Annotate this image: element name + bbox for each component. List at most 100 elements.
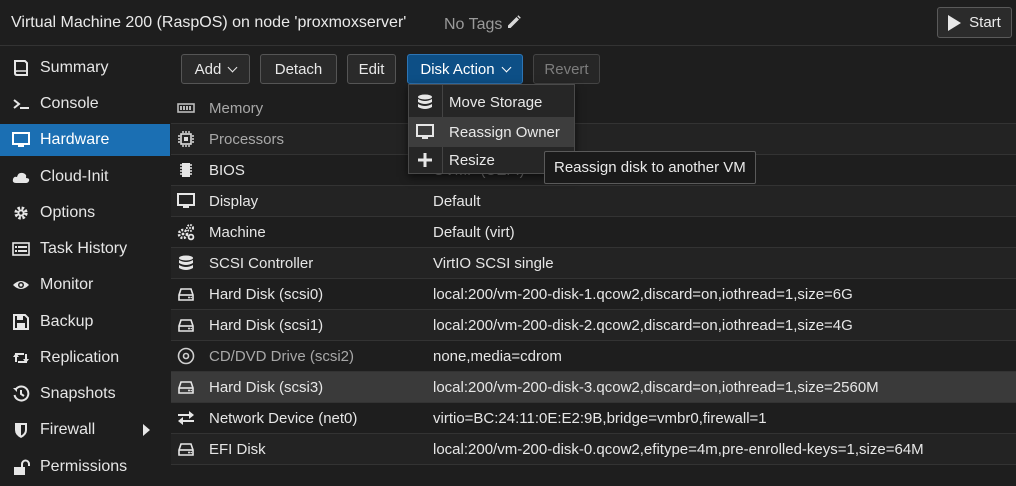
menu-item-label: Reassign Owner (449, 123, 560, 141)
table-row[interactable]: CD/DVD Drive (scsi2) none,media=cdrom (171, 341, 1016, 372)
sidebar-item-label: Snapshots (40, 385, 116, 402)
sidebar-item-hardware[interactable]: Hardware (0, 124, 170, 156)
table-row[interactable]: Hard Disk (scsi1) local:200/vm-200-disk-… (171, 310, 1016, 341)
sidebar-item-firewall[interactable]: Firewall (0, 414, 170, 446)
sidebar-item-summary[interactable]: Summary (0, 52, 170, 84)
menu-item-move-storage[interactable]: Move Storage (409, 87, 574, 117)
row-key: EFI Disk (209, 440, 266, 458)
database-icon (176, 253, 196, 273)
detach-label: Detach (274, 60, 323, 78)
memory-icon (176, 98, 196, 118)
sidebar-item-label: Cloud-Init (40, 168, 109, 185)
disk-action-button[interactable]: Disk Action (407, 54, 523, 84)
row-key: CD/DVD Drive (scsi2) (209, 347, 355, 365)
sidebar-item-replication[interactable]: Replication (0, 342, 170, 374)
vm-header: Virtual Machine 200 (RaspOS) on node 'pr… (0, 0, 1016, 46)
menu-item-reassign-owner[interactable]: Reassign Owner (409, 117, 574, 147)
book-icon (11, 58, 31, 78)
list-icon (11, 239, 31, 259)
hdd-icon (176, 439, 196, 459)
table-row[interactable]: SCSI Controller VirtIO SCSI single (171, 248, 1016, 279)
sidebar-item-snapshots[interactable]: Snapshots (0, 378, 170, 410)
add-button[interactable]: Add (181, 54, 250, 84)
monitor-icon (11, 130, 31, 150)
tags-label: No Tags (444, 15, 503, 33)
sidebar-item-cloud-init[interactable]: Cloud-Init (0, 161, 170, 193)
row-value: none,media=cdrom (433, 347, 562, 365)
disk-action-label: Disk Action (420, 60, 495, 78)
table-row[interactable]: Hard Disk (scsi3) local:200/vm-200-disk-… (171, 372, 1016, 403)
row-key: Hard Disk (scsi1) (209, 316, 324, 334)
sidebar-item-label: Options (40, 204, 96, 221)
table-row[interactable]: Display Default (171, 186, 1016, 217)
sidebar-item-task-history[interactable]: Task History (0, 233, 170, 265)
row-key: Processors (209, 130, 285, 148)
sidebar-item-monitor[interactable]: Monitor (0, 269, 170, 301)
reassign-tooltip: Reassign disk to another VM (544, 151, 756, 184)
detach-button[interactable]: Detach (260, 54, 337, 84)
sidebar-item-console[interactable]: Console (0, 88, 170, 120)
history-icon (11, 384, 31, 404)
start-button[interactable]: Start (937, 7, 1012, 38)
sidebar-item-permissions[interactable]: Permissions (0, 451, 170, 483)
hdd-icon (176, 284, 196, 304)
row-value: Default (virt) (433, 223, 515, 241)
hdd-icon (176, 315, 196, 335)
floppy-icon (11, 312, 31, 332)
row-value: virtio=BC:24:11:0E:E2:9B,bridge=vmbr0,fi… (433, 409, 767, 427)
row-value: local:200/vm-200-disk-0.qcow2,efitype=4m… (433, 440, 924, 458)
plus-icon (415, 150, 435, 170)
row-key: SCSI Controller (209, 254, 314, 272)
add-label: Add (194, 60, 222, 78)
cloud-icon (11, 167, 31, 187)
row-key: Display (209, 192, 259, 210)
sidebar-item-label: Monitor (40, 276, 94, 293)
expand-caret-icon[interactable] (143, 424, 150, 436)
eye-icon (11, 275, 31, 295)
row-value: local:200/vm-200-disk-2.qcow2,discard=on… (433, 316, 853, 334)
sidebar-item-label: Console (40, 95, 99, 112)
edit-button[interactable]: Edit (347, 54, 396, 84)
edit-label: Edit (358, 60, 385, 78)
shield-icon (11, 420, 31, 440)
table-row[interactable]: Hard Disk (scsi0) local:200/vm-200-disk-… (171, 279, 1016, 310)
row-value: Default (433, 192, 481, 210)
cpu-icon (176, 129, 196, 149)
revert-label: Revert (544, 60, 589, 78)
row-value: local:200/vm-200-disk-1.qcow2,discard=on… (433, 285, 853, 303)
revert-button[interactable]: Revert (533, 54, 600, 84)
row-key: Hard Disk (scsi3) (209, 378, 324, 396)
table-row[interactable]: EFI Disk local:200/vm-200-disk-0.qcow2,e… (171, 434, 1016, 465)
chip-icon (176, 160, 196, 180)
row-key: Hard Disk (scsi0) (209, 285, 324, 303)
table-row[interactable]: Network Device (net0) virtio=BC:24:11:0E… (171, 403, 1016, 434)
start-label: Start (969, 14, 1001, 31)
exchange-icon (176, 408, 196, 428)
database-icon (415, 92, 435, 112)
row-key: Machine (209, 223, 266, 241)
hdd-icon (176, 377, 196, 397)
menu-item-label: Resize (449, 151, 495, 169)
sidebar: Summary Console Hardware Cloud-Init Opti… (0, 49, 170, 486)
table-row[interactable]: Machine Default (virt) (171, 217, 1016, 248)
vm-title: Virtual Machine 200 (RaspOS) on node 'pr… (11, 14, 407, 31)
row-value: local:200/vm-200-disk-3.qcow2,discard=on… (433, 378, 879, 396)
sidebar-item-options[interactable]: Options (0, 197, 170, 229)
chevron-down-icon (501, 62, 512, 72)
desktop-icon (176, 191, 196, 211)
table-row[interactable]: Memory (171, 93, 1016, 124)
row-key: Memory (209, 99, 264, 117)
cogs-icon (176, 222, 196, 242)
pencil-icon[interactable] (506, 14, 522, 35)
cdrom-icon (176, 346, 196, 366)
sidebar-item-label: Hardware (40, 131, 110, 148)
gear-icon (11, 203, 31, 223)
sidebar-item-backup[interactable]: Backup (0, 306, 170, 338)
tags-editor[interactable]: No Tags (444, 14, 522, 35)
menu-item-label: Move Storage (449, 93, 543, 111)
retweet-icon (11, 348, 31, 368)
unlock-icon (11, 457, 31, 477)
sidebar-item-label: Firewall (40, 421, 96, 438)
desktop-icon (415, 122, 435, 142)
sidebar-item-label: Permissions (40, 458, 128, 475)
